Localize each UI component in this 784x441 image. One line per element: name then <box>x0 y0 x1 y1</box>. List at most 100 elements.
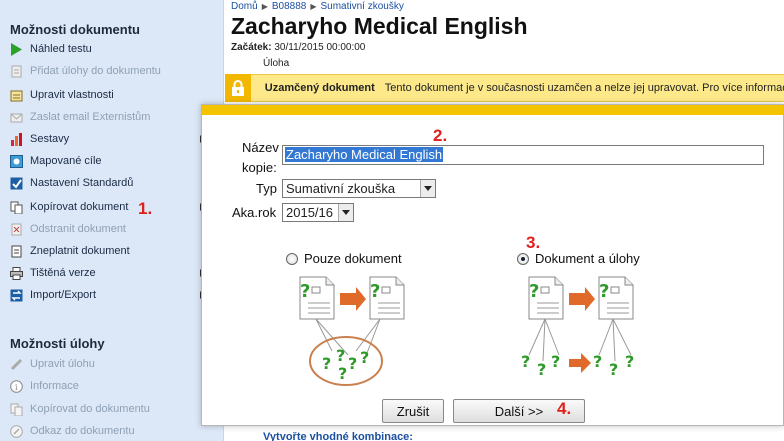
sidebar-item-standards-settings[interactable]: Nastavení Standardů <box>10 174 200 192</box>
delete-document-icon <box>10 223 23 236</box>
document-only-illustration: ? ? ? ? ? ? ? <box>286 271 412 387</box>
dialog-top-stripe <box>202 105 783 115</box>
printer-icon <box>10 266 23 280</box>
type-select-value: Sumativní zkouška <box>286 181 396 196</box>
edit-properties-icon <box>10 89 23 102</box>
breadcrumb-separator-icon: ▶ <box>310 2 317 11</box>
annotation-step-2: 2. <box>433 126 448 145</box>
type-select[interactable]: Sumativní zkouška <box>282 179 436 198</box>
annotation-step-1: 1. <box>138 199 153 218</box>
svg-text:?: ? <box>360 348 369 367</box>
option-document-and-tasks-label[interactable]: Dokument a úlohy <box>535 251 640 266</box>
lock-icon <box>225 74 251 102</box>
document-start: Začátek: 30/11/2015 00:00:00 <box>231 42 365 53</box>
academic-year-value: 2015/16 <box>286 205 333 220</box>
academic-year-select[interactable]: 2015/16 <box>282 203 354 222</box>
chevron-down-icon[interactable] <box>338 204 353 221</box>
sidebar-item-edit-properties[interactable]: Upravit vlastnosti <box>10 86 200 104</box>
sidebar-item-delete-document: Odstranit dokument <box>10 220 200 238</box>
document-icon: ? <box>598 276 634 320</box>
copy-name-value: Zacharyho Medical English <box>285 147 444 162</box>
document-options-heading: Možnosti dokumentu <box>10 22 140 37</box>
sidebar-item-reports[interactable]: Sestavy <box>10 130 204 148</box>
lock-banner-title: Uzamčený dokument <box>264 82 375 94</box>
svg-text:?: ? <box>338 364 347 383</box>
play-icon <box>10 42 23 56</box>
sidebar-item-mapped-goals[interactable]: Mapované cíle <box>10 152 200 170</box>
sidebar-item-edit-task: Upravit úlohu <box>10 355 200 373</box>
document-type: Úloha <box>263 58 290 69</box>
bar-chart-icon <box>10 132 23 146</box>
chevron-down-icon[interactable] <box>420 180 435 197</box>
email-icon <box>10 111 23 124</box>
sidebar-item-invalidate-document[interactable]: Zneplatnit dokument <box>10 242 200 260</box>
document-and-tasks-illustration: ? ? ? ? ? ? ? ? <box>515 271 645 387</box>
invalidate-document-icon <box>10 245 23 258</box>
svg-text:?: ? <box>370 281 380 302</box>
copy-name-input[interactable]: Zacharyho Medical English <box>282 145 764 165</box>
arrow-right-icon <box>340 287 366 311</box>
academic-year-label: Aka.rok <box>232 205 277 220</box>
questions-pool-icon: ? ? ? ? ? <box>309 318 383 386</box>
sidebar-item-information: i Informace <box>10 377 200 395</box>
sidebar: Možnosti dokumentu Náhled testu Přidat ú… <box>0 0 224 441</box>
document-icon: ? <box>299 276 335 320</box>
svg-text:?: ? <box>322 354 331 373</box>
document-icon: ? <box>369 276 405 320</box>
questions-copy-icon: ? ? ? ? ? ? <box>521 318 634 379</box>
svg-text:?: ? <box>593 352 602 371</box>
arrow-right-icon <box>569 287 595 311</box>
svg-text:?: ? <box>529 281 539 302</box>
copy-document-icon <box>10 201 23 214</box>
sidebar-item-copy-to-document: Kopírovat do dokumentu <box>10 400 200 418</box>
svg-text:?: ? <box>336 346 345 365</box>
sidebar-item-email-externists: Zaslat email Externistům <box>10 108 200 126</box>
add-question-icon <box>10 65 23 78</box>
svg-text:?: ? <box>599 281 609 302</box>
copy-to-document-icon <box>10 403 23 416</box>
option-document-only-label[interactable]: Pouze dokument <box>304 251 402 266</box>
radio-document-and-tasks[interactable] <box>517 253 529 265</box>
link-icon <box>10 424 23 438</box>
svg-text:i: i <box>15 383 18 392</box>
type-label: Typ <box>256 181 277 196</box>
svg-text:?: ? <box>551 352 560 371</box>
svg-text:?: ? <box>609 360 618 379</box>
sidebar-item-preview-test[interactable]: Náhled testu <box>10 40 200 58</box>
sidebar-item-link-to-document: Odkaz do dokumentu <box>10 422 200 440</box>
copy-name-label-line2: kopie: <box>242 160 277 175</box>
start-label: Začátek: <box>231 42 272 53</box>
breadcrumb: Domů ▶ B08888 ▶ Sumativní zkoušky <box>231 1 404 12</box>
sidebar-item-import-export[interactable]: Import/Export <box>10 286 204 304</box>
cancel-button[interactable]: Zrušit <box>382 399 444 423</box>
import-export-icon <box>10 289 23 302</box>
copy-document-dialog: Název kopie: Zacharyho Medical English T… <box>201 104 784 426</box>
target-map-icon <box>10 154 23 168</box>
annotation-step-3: 3. <box>526 233 541 252</box>
sidebar-item-print-version[interactable]: Tištěná verze <box>10 264 204 282</box>
task-options-heading: Možnosti úlohy <box>10 336 105 351</box>
locked-document-banner: Uzamčený dokument Tento dokument je v so… <box>225 74 784 102</box>
svg-text:?: ? <box>348 354 357 373</box>
page-title: Zacharyho Medical English <box>231 13 528 39</box>
sidebar-item-copy-document[interactable]: Kopírovat dokument <box>10 198 204 216</box>
radio-document-only[interactable] <box>286 253 298 265</box>
breadcrumb-course-link[interactable]: B08888 <box>272 1 306 12</box>
pencil-icon <box>10 358 23 371</box>
svg-text:?: ? <box>300 281 310 302</box>
breadcrumb-separator-icon: ▶ <box>261 2 268 11</box>
sidebar-item-add-questions: Přidat úlohy do dokumentu <box>10 62 200 80</box>
svg-text:?: ? <box>625 352 634 371</box>
breadcrumb-section-link[interactable]: Sumativní zkoušky <box>320 1 403 12</box>
breadcrumb-home-link[interactable]: Domů <box>231 1 258 12</box>
lock-banner-text: Tento dokument je v současnosti uzamčen … <box>384 82 784 94</box>
svg-text:?: ? <box>521 352 530 371</box>
create-combinations-link[interactable]: Vytvořte vhodné kombinace: <box>263 431 413 441</box>
document-icon: ? <box>528 276 564 320</box>
copy-name-label-line1: Název <box>242 140 279 155</box>
start-value: 30/11/2015 00:00:00 <box>274 42 366 53</box>
info-icon: i <box>10 379 23 393</box>
svg-text:?: ? <box>537 360 546 379</box>
standards-check-icon <box>10 177 23 190</box>
annotation-step-4: 4. <box>557 399 572 418</box>
